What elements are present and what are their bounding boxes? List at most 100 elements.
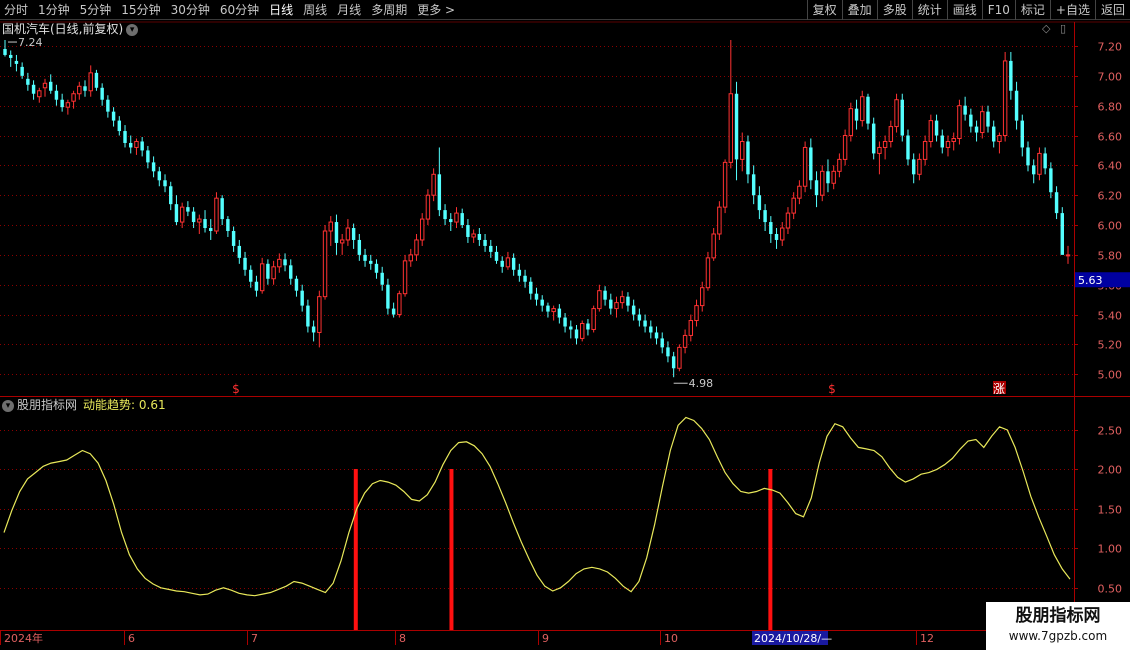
candle-body [111, 111, 116, 121]
date-cursor-label: 2024/10/28/— [754, 632, 832, 645]
price-axis-label: 7.20 [1098, 41, 1123, 54]
candle-body [569, 326, 573, 330]
date-axis-label: 7 [251, 632, 258, 645]
candle-body [374, 263, 379, 273]
candle-body [134, 140, 139, 148]
candle-body [705, 257, 711, 289]
indicator-axis-label: 2.00 [1098, 464, 1123, 477]
candle-body [214, 197, 219, 232]
candle-body [477, 233, 482, 240]
candle-body [300, 290, 304, 306]
signal-bar [768, 469, 773, 630]
candle-body [157, 171, 162, 181]
indicator-axis-label: 1.50 [1098, 504, 1123, 517]
high-label: 7.24 [18, 36, 43, 49]
candle-body [860, 96, 865, 122]
candle-body [957, 105, 962, 140]
candle-body [100, 87, 104, 100]
candle-body [888, 126, 894, 142]
last-price-label: 5.63 [1078, 274, 1103, 287]
signal-marker: $ [232, 382, 240, 396]
candle-body [620, 296, 625, 304]
candle-body [722, 161, 728, 208]
candle-body [751, 174, 756, 196]
candle-body [191, 211, 196, 223]
candle-body [334, 222, 339, 243]
candle-body [345, 227, 351, 241]
candle-body [54, 90, 59, 100]
candle-body [9, 54, 13, 58]
watermark-title: 股朋指标网 [1015, 606, 1101, 626]
candle-body [311, 326, 316, 333]
candle-body [546, 305, 550, 312]
candle-body [1037, 152, 1042, 175]
candle-body [203, 219, 207, 229]
candle-body [831, 170, 836, 184]
kline-chart[interactable]: 7.207.006.806.606.406.206.005.805.605.40… [0, 0, 1130, 650]
candle-body [734, 93, 739, 160]
candle-body [780, 227, 785, 241]
candle-body [31, 84, 36, 94]
candle-body [351, 228, 356, 240]
price-axis-label: 5.40 [1098, 310, 1123, 323]
candle-body [631, 305, 636, 315]
candle-body [186, 207, 190, 212]
signal-bar [449, 469, 454, 630]
candle-body [769, 222, 773, 234]
candle-body [129, 142, 133, 148]
candle-body [882, 140, 888, 148]
candle-body [557, 308, 562, 318]
candle-body [1002, 60, 1008, 137]
candle-body [848, 108, 854, 137]
date-axis-label: 10 [664, 632, 678, 645]
candle-body [151, 162, 156, 172]
price-axis-label: 6.60 [1098, 131, 1123, 144]
candle-body [911, 159, 916, 175]
candle-body [980, 111, 985, 134]
candle-body [871, 123, 876, 154]
candle-body [449, 219, 453, 223]
candle-body [408, 254, 413, 262]
candle-body [900, 99, 904, 136]
candle-body [922, 140, 928, 160]
candle-body [700, 287, 705, 307]
candle-body [609, 299, 613, 309]
candle-body [1009, 60, 1013, 91]
date-axis-label: 6 [128, 632, 135, 645]
candle-body [529, 281, 533, 294]
candle-body [49, 81, 53, 91]
candle-body [243, 257, 247, 270]
candle-body [551, 308, 556, 313]
candle-body [437, 174, 442, 211]
candle-body [1049, 168, 1053, 193]
candle-body [1026, 147, 1030, 166]
candle-body [523, 275, 527, 282]
candle-body [466, 225, 470, 237]
candle-body [643, 320, 647, 327]
candle-body [917, 158, 922, 175]
candle-body [322, 230, 328, 298]
price-axis-label: 6.00 [1098, 220, 1123, 233]
candle-body [249, 269, 253, 282]
candle-body [339, 239, 345, 244]
candle-body [328, 221, 333, 232]
candle-body [928, 120, 934, 142]
candle-body [277, 258, 282, 268]
candle-body [740, 140, 745, 160]
candle-body [1054, 192, 1059, 214]
price-axis-label: 7.00 [1098, 71, 1123, 84]
candle-body [591, 308, 596, 330]
candle-body [369, 260, 373, 264]
candle-body [283, 259, 287, 266]
candle-body [254, 281, 259, 291]
candle-body [363, 254, 367, 261]
candle-body [271, 266, 276, 280]
candle-body [237, 245, 242, 258]
candle-body [88, 72, 93, 92]
candle-body [37, 90, 42, 98]
candle-body [580, 323, 585, 339]
candle-body [1014, 90, 1019, 121]
candle-body [711, 233, 716, 259]
signal-marker: $ [828, 382, 836, 396]
candle-body [1020, 120, 1024, 148]
